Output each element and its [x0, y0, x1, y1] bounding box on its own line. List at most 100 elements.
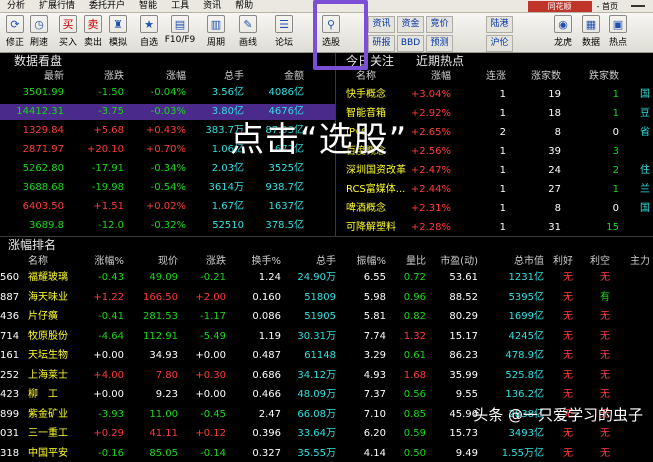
hot-cell: 1: [612, 108, 619, 119]
rank-cell-name: 福耀玻璃: [28, 272, 68, 283]
hot-row[interactable]: 快手概念 +3.04% 1 19 1 国: [336, 87, 653, 103]
rank-row[interactable]: 714 牧原股份 -4.64 112.91 -5.49 1.19 30.31万 7.74 1.3…: [0, 329, 653, 345]
rank-cell-bad: 无: [600, 447, 610, 459]
hot-header: 名称 涨幅 连涨 涨家数 跌家数: [336, 69, 653, 85]
simulate-button[interactable]: ♜ 模拟: [105, 15, 131, 51]
window-title: - 首页: [596, 1, 618, 11]
rank-cell-price: 112.91: [143, 330, 178, 342]
market-row[interactable]: 6403.50 +1.51 +0.02% 1.67亿 1637亿: [0, 199, 336, 215]
rank-cell-bad: 无: [600, 428, 610, 439]
rank-cell-vol: 24.90万: [297, 272, 336, 283]
market-row[interactable]: 3688.68 -19.98 -0.54% 3614万 938.7亿: [0, 180, 336, 196]
market-cell: -19.98: [91, 182, 124, 193]
rank-cell-vr: 0.82: [403, 311, 426, 322]
market-row[interactable]: 3501.99 -1.50 -0.04% 3.56亿 4086亿: [0, 85, 336, 101]
hot-icon: ▣: [609, 15, 627, 33]
hot-edge-cell: 省: [640, 127, 650, 138]
hot-cell: 2: [499, 127, 506, 138]
market-cell: 2.03亿: [211, 163, 244, 174]
rank-row[interactable]: 318 中国平安 -0.16 85.05 -0.14 0.327 35.55万 4.14 0.5…: [0, 446, 653, 462]
rank-cell-pe: 86.23: [449, 350, 478, 361]
grid-button[interactable]: 资金: [397, 16, 424, 33]
hot-row[interactable]: 深圳国资改革 +2.47% 1 24 2 住: [336, 163, 653, 179]
sell-button[interactable]: 卖卖出: [80, 15, 106, 51]
watchlist-button[interactable]: ★ 自选: [136, 15, 162, 51]
hot-cell: 1: [499, 165, 506, 176]
stock-code: 161: [0, 350, 20, 361]
market-row[interactable]: 3689.8 -12.0 -0.32% 52510 378.5亿: [0, 218, 336, 234]
menu-item[interactable]: 分析: [0, 0, 32, 13]
rank-cell-chg: +1.22: [93, 291, 124, 303]
refresh-button[interactable]: ⟳ 修正: [2, 15, 28, 51]
rank-cell-price: 41.11: [149, 428, 178, 439]
f10-button[interactable]: ▤ F10/F9: [162, 15, 198, 51]
period-button[interactable]: ▥ 周期: [203, 15, 229, 51]
rank-header-cell: 主力: [630, 256, 650, 267]
stock-code: 899: [0, 408, 20, 420]
forum-button[interactable]: ☰ 论坛: [271, 15, 297, 51]
hot-cell: +2.56%: [410, 146, 451, 157]
buy-button[interactable]: 买买入: [55, 15, 81, 51]
menu-item[interactable]: 扩展行情: [32, 0, 82, 13]
hot-row[interactable]: 啤酒概念 +2.31% 1 8 0 国: [336, 201, 653, 217]
market-title: 数据看盘: [14, 54, 63, 68]
rank-cell-vr: 0.96: [403, 291, 426, 303]
grid-button[interactable]: BBD: [397, 35, 424, 52]
grid-button[interactable]: 预测: [426, 35, 453, 52]
grid-button[interactable]: 研报: [368, 35, 395, 52]
toolbar-label: 模拟: [108, 38, 127, 48]
menu-item[interactable]: 资讯: [196, 0, 228, 13]
section-divider: [0, 236, 653, 237]
grid-button[interactable]: 陆港: [486, 16, 513, 33]
rank-cell-name: 天坛生物: [28, 350, 68, 361]
menu-item[interactable]: 帮助: [228, 0, 260, 13]
rank-cell-good: 无: [563, 389, 573, 400]
market-cell: +0.02%: [145, 201, 186, 212]
rank-row[interactable]: 423 柳 工 +0.00 9.23 +0.00 0.466 48.09万 7.37 0.56 9…: [0, 387, 653, 403]
data-button[interactable]: ▦ 数据: [578, 15, 604, 51]
rank-cell-vol: 35.55万: [297, 447, 336, 459]
menu-item[interactable]: 委托开户: [82, 0, 132, 13]
market-header: 最新 涨跌 涨幅 总手 金额: [0, 69, 336, 85]
toolbar-label: 龙虎: [553, 38, 572, 48]
minimize-icon[interactable]: [631, 5, 645, 7]
rank-cell-vr: 0.59: [403, 428, 426, 439]
hot-tab[interactable]: 近期热点: [416, 54, 464, 68]
buy-icon: 买: [59, 15, 77, 33]
rank-cell-vol: 34.12万: [297, 369, 336, 381]
hot-row[interactable]: RCS富媒体... +2.44% 1 27 1 兰: [336, 182, 653, 198]
hot-button[interactable]: ▣ 热点: [605, 15, 631, 51]
rank-cell-pe: 80.29: [449, 311, 478, 322]
hot-row[interactable]: 可降解塑料 +2.28% 1 31 15: [336, 220, 653, 236]
rank-row[interactable]: 887 海天味业 +1.22 166.50 +2.00 0.160 51809 5.98 0.9…: [0, 290, 653, 306]
longhu-button[interactable]: ◉ 龙虎: [550, 15, 576, 51]
drawline-button[interactable]: ✎ 画线: [235, 15, 261, 51]
grid-button[interactable]: 竞价: [426, 16, 453, 33]
rank-cell-price: 49.09: [149, 272, 178, 283]
menu-item[interactable]: 智能: [132, 0, 164, 13]
rank-row[interactable]: 161 天坛生物 +0.00 34.93 +0.00 0.487 61148 3.29 0.61…: [0, 348, 653, 364]
rank-cell-vr: 1.68: [403, 369, 426, 381]
market-row[interactable]: 5262.80 -17.91 -0.34% 2.03亿 3525亿: [0, 161, 336, 177]
rank-cell-turn: 0.487: [252, 350, 281, 361]
market-cell: 1637亿: [268, 201, 304, 212]
rank-cell-bad: 无: [600, 389, 610, 400]
market-cell: -1.50: [98, 87, 124, 98]
menu-item[interactable]: 工具: [164, 0, 196, 13]
hot-cell: 27: [548, 184, 561, 195]
hot-cell: 39: [548, 146, 561, 157]
rank-row[interactable]: 560 福耀玻璃 -0.43 49.09 -0.21 1.24 24.90万 6.55 0.72…: [0, 270, 653, 286]
stock-code: 252: [0, 369, 20, 381]
rank-row[interactable]: 252 上海莱士 +4.00 7.80 +0.30 0.686 34.12万 4.93 1.68…: [0, 368, 653, 384]
rank-cell-pe: 15.73: [449, 428, 478, 439]
grid-button[interactable]: 资讯: [368, 16, 395, 33]
rank-cell-chg: +4.00: [93, 369, 124, 381]
hot-edge-cell: 住: [640, 165, 650, 176]
rank-row[interactable]: 031 三一重工 +0.29 41.11 +0.12 0.396 33.64万 6.20 0.5…: [0, 426, 653, 442]
rank-cell-pe: 15.17: [449, 330, 478, 342]
grid-button[interactable]: 沪伦: [486, 35, 513, 52]
clock-button[interactable]: ◷ 刷速: [26, 15, 52, 51]
rank-cell-vol: 51905: [304, 311, 336, 322]
rank-cell-chg: +0.29: [93, 428, 124, 439]
rank-row[interactable]: 436 片仔癀 -0.41 281.53 -1.17 0.086 51905 5.81 0.82…: [0, 309, 653, 325]
